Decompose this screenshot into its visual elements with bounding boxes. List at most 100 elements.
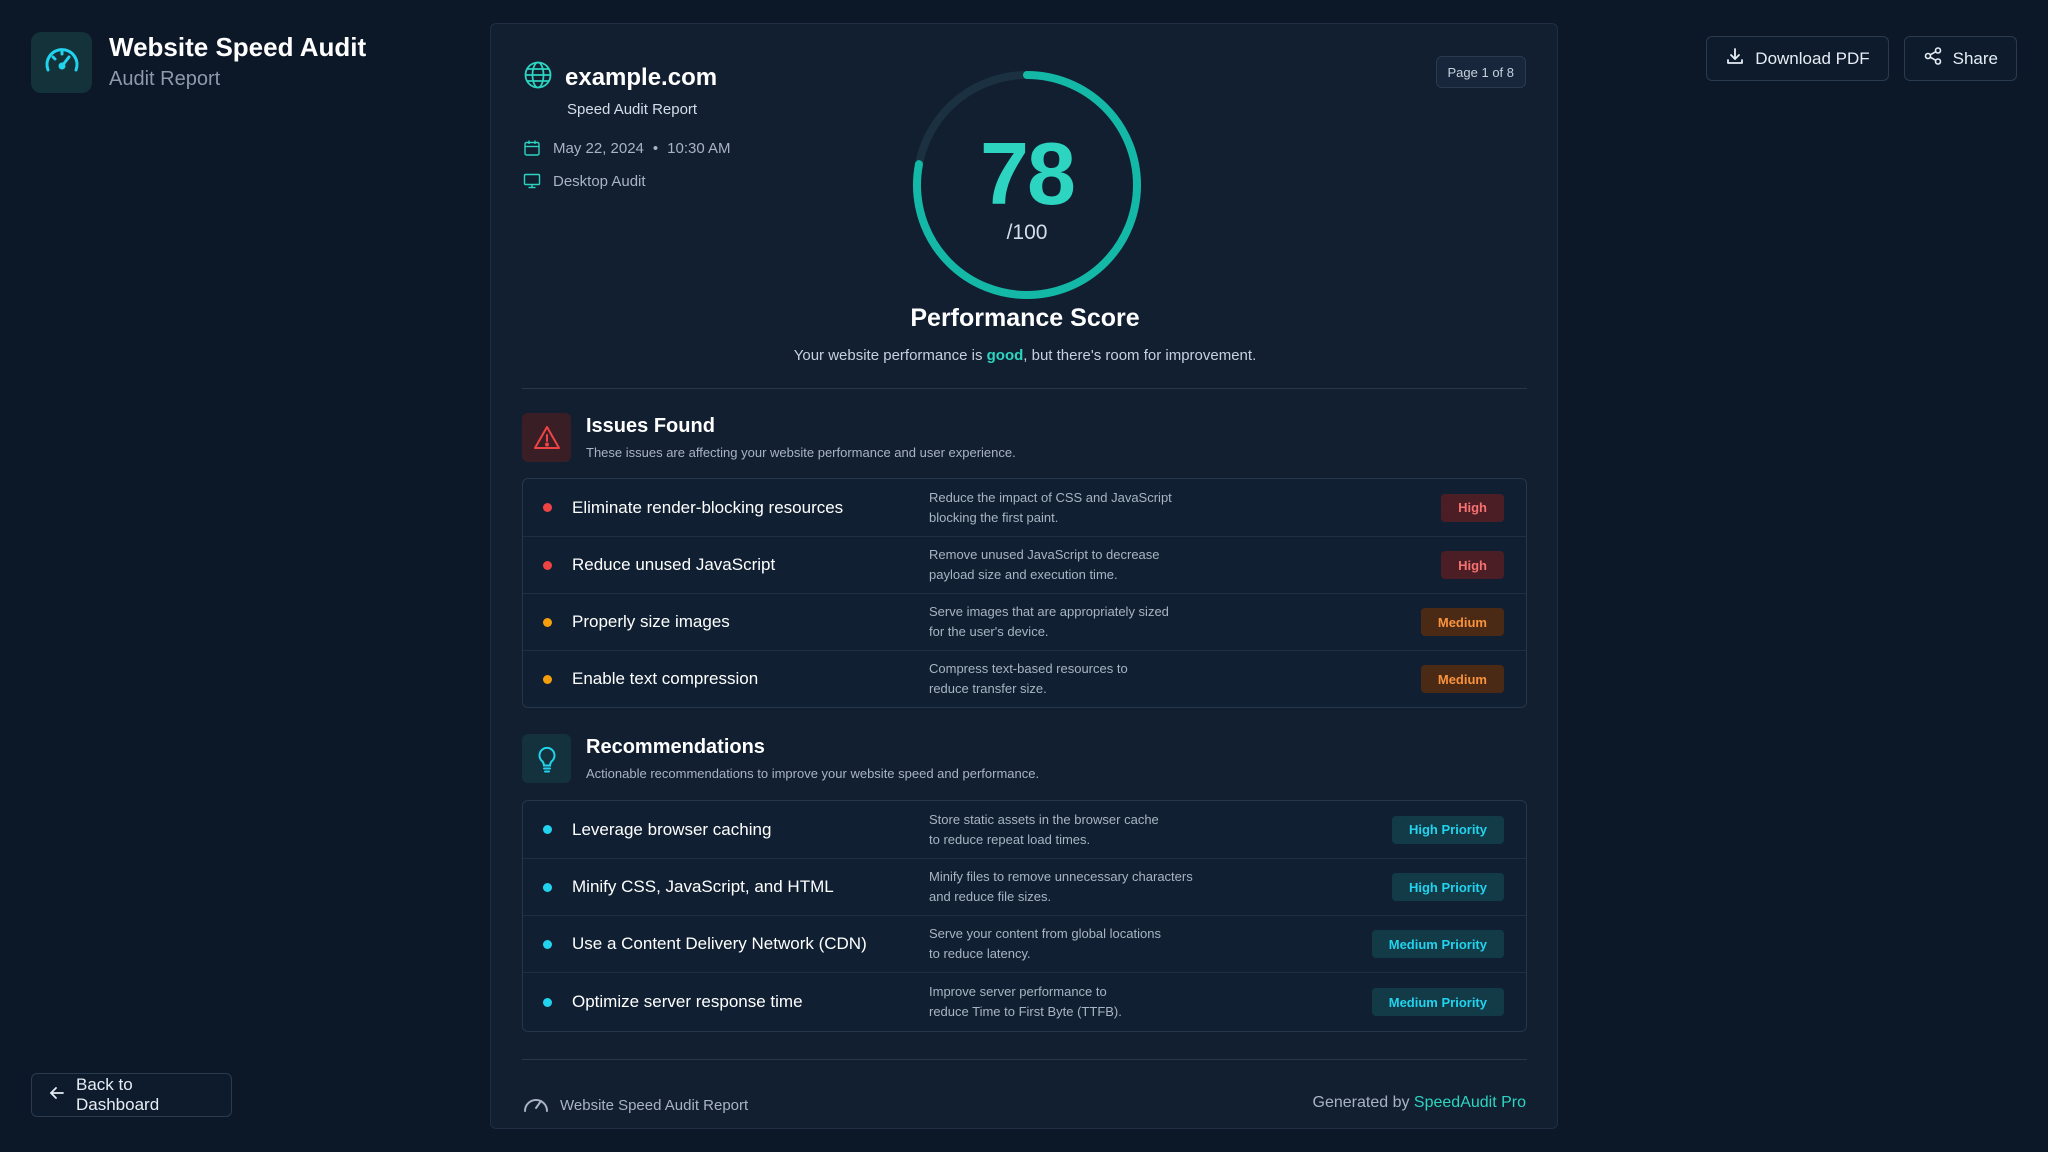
speedometer-icon xyxy=(31,31,92,93)
share-button[interactable]: Share xyxy=(1903,36,2017,81)
issues-subtitle: These issues are affecting your website … xyxy=(586,445,1016,460)
score-value: 78 xyxy=(980,124,1076,223)
divider xyxy=(522,388,1527,389)
issues-table: Eliminate render-blocking resources Redu… xyxy=(522,478,1527,708)
issue-desc-line: for the user's device. xyxy=(929,624,1049,639)
recommendation-desc-line: to reduce repeat load times. xyxy=(929,831,1091,847)
download-pdf-button[interactable]: Download PDF xyxy=(1706,36,1889,81)
recommendation-row[interactable]: Minify CSS, JavaScript, and HTML Minify … xyxy=(523,858,1526,915)
top-actions: Download PDF Share xyxy=(1706,36,2017,81)
lightbulb-icon xyxy=(522,734,571,783)
site-subtitle: Speed Audit Report xyxy=(567,101,698,118)
site-header: example.com Speed Audit Report xyxy=(523,60,717,118)
priority-dot xyxy=(543,825,552,834)
priority-badge: High Priority xyxy=(1391,873,1504,901)
recommendation-row[interactable]: Leverage browser caching Store static as… xyxy=(523,801,1526,858)
issue-row[interactable]: Enable text compression Compress text-ba… xyxy=(523,650,1526,707)
priority-badge: High Priority xyxy=(1391,815,1504,844)
issue-description: Reduce the impact of CSS and JavaScript … xyxy=(929,488,1229,528)
priority-dot xyxy=(543,939,552,949)
audit-device: Desktop Audit xyxy=(523,171,646,191)
performance-title: Performance Score xyxy=(910,304,1140,332)
recommendation-description: Serve your content from global locations… xyxy=(929,924,1229,964)
back-to-dashboard-button[interactable]: Back to Dashboard xyxy=(31,1073,232,1117)
recommendation-row[interactable]: Use a Content Delivery Network (CDN) Ser… xyxy=(523,915,1526,972)
app-brand: Website Speed Audit Audit Report xyxy=(31,31,366,93)
priority-dot xyxy=(543,997,552,1007)
severity-badge: High xyxy=(1441,493,1504,522)
perf-desc-after: , but there's room for improvement. xyxy=(1023,347,1257,364)
recommendation-desc-line: reduce Time to First Byte (TTFB). xyxy=(929,1004,1122,1019)
download-icon xyxy=(1725,46,1745,71)
issue-row[interactable]: Properly size images Serve images that a… xyxy=(523,593,1526,650)
recommendations-table: Leverage browser caching Store static as… xyxy=(522,800,1527,1032)
footer-right: Generated by SpeedAudit Pro xyxy=(1313,1094,1526,1112)
recommendation-title: Use a Content Delivery Network (CDN) xyxy=(572,934,867,953)
issue-desc-line: payload size and execution time. xyxy=(929,567,1118,582)
issues-header: Issues Found These issues are affecting … xyxy=(522,413,1016,462)
severity-dot xyxy=(543,674,552,684)
recommendation-row[interactable]: Optimize server response time Improve se… xyxy=(523,972,1526,1031)
footer-generated-by: Generated by xyxy=(1312,1094,1414,1111)
issue-title: Eliminate render-blocking resources xyxy=(572,497,844,517)
globe-icon xyxy=(523,60,553,95)
audit-device-text: Desktop Audit xyxy=(553,172,646,190)
audit-date: May 22, 2024 • 10:30 AM xyxy=(523,138,731,158)
speedometer-icon xyxy=(522,1092,550,1118)
severity-badge: Medium xyxy=(1420,608,1504,636)
recommendation-description: Minify files to remove unnecessary chara… xyxy=(929,867,1229,907)
recommendation-desc-line: to reduce latency. xyxy=(929,946,1031,961)
severity-badge: High xyxy=(1441,551,1504,579)
severity-badge: Medium xyxy=(1420,665,1504,693)
recommendation-desc-line: Serve your content from global locations xyxy=(929,926,1161,941)
recommendation-desc-line: and reduce file sizes. xyxy=(929,889,1052,904)
severity-dot xyxy=(543,560,552,570)
issue-description: Compress text-based resources to reduce … xyxy=(929,659,1229,699)
severity-dot xyxy=(543,617,552,627)
app-subtitle: Audit Report xyxy=(109,68,221,90)
recommendations-subtitle: Actionable recommendations to improve yo… xyxy=(586,766,1040,781)
issue-desc-line: Compress text-based resources to xyxy=(929,661,1128,676)
issue-description: Serve images that are appropriately size… xyxy=(929,602,1229,642)
download-pdf-label: Download PDF xyxy=(1755,48,1870,68)
recommendation-title: Optimize server response time xyxy=(572,992,803,1011)
recommendation-desc-line: Improve server performance to xyxy=(929,984,1107,999)
audit-time-text: 10:30 AM xyxy=(667,139,731,157)
recommendation-description: Improve server performance to reduce Tim… xyxy=(929,982,1229,1022)
app-title: Website Speed Audit xyxy=(109,32,367,62)
severity-dot xyxy=(543,503,552,512)
warning-icon xyxy=(522,413,571,462)
page-indicator: Page 1 of 8 xyxy=(1435,56,1526,88)
perf-desc-before: Your website performance is xyxy=(793,347,987,364)
share-icon xyxy=(1923,46,1943,71)
site-name: example.com xyxy=(565,63,718,91)
priority-badge: Medium Priority xyxy=(1371,988,1504,1016)
issue-row[interactable]: Eliminate render-blocking resources Redu… xyxy=(523,479,1526,536)
issue-description: Remove unused JavaScript to decrease pay… xyxy=(929,545,1229,585)
monitor-icon xyxy=(523,171,543,191)
issue-title: Enable text compression xyxy=(572,669,759,688)
footer-report-label: Website Speed Audit Report xyxy=(560,1096,749,1114)
issue-row[interactable]: Reduce unused JavaScript Remove unused J… xyxy=(523,536,1526,593)
footer-brand-link[interactable]: SpeedAudit Pro xyxy=(1414,1094,1526,1111)
issue-desc-line: Reduce the impact of CSS and JavaScript xyxy=(929,489,1172,505)
back-to-dashboard-label: Back to Dashboard xyxy=(76,1075,160,1114)
footer-left: Website Speed Audit Report xyxy=(522,1092,748,1118)
performance-gauge: 78 /100 xyxy=(911,69,1143,301)
issue-title: Reduce unused JavaScript xyxy=(572,555,776,574)
issue-desc-line: blocking the first paint. xyxy=(929,509,1059,525)
issue-desc-line: Serve images that are appropriately size… xyxy=(929,604,1169,619)
report-card: example.com Speed Audit Report May 22, 2… xyxy=(490,23,1558,1129)
issue-title: Properly size images xyxy=(572,612,730,631)
recommendations-header: Recommendations Actionable recommendatio… xyxy=(522,734,1039,783)
date-separator: • xyxy=(652,139,659,157)
issues-title: Issues Found xyxy=(586,415,715,437)
priority-badge: Medium Priority xyxy=(1371,930,1504,958)
recommendation-desc-line: Minify files to remove unnecessary chara… xyxy=(929,869,1193,884)
recommendation-desc-line: Store static assets in the browser cache xyxy=(929,811,1159,827)
audit-date-text: May 22, 2024 xyxy=(553,139,644,157)
recommendations-title: Recommendations xyxy=(586,736,765,758)
recommendation-title: Minify CSS, JavaScript, and HTML xyxy=(572,877,834,896)
share-label: Share xyxy=(1952,48,1998,68)
priority-dot xyxy=(543,882,552,892)
